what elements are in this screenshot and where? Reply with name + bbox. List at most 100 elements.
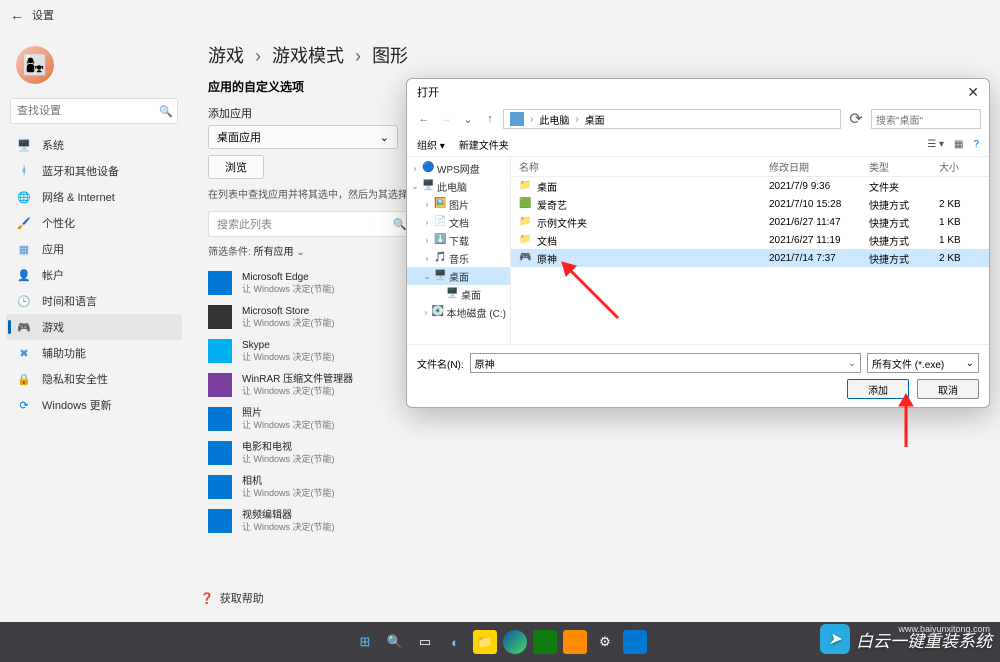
chevron-icon[interactable]: ›: [423, 200, 431, 209]
tree-item[interactable]: ›🎵音乐: [407, 249, 510, 267]
app-icon: [208, 509, 232, 533]
app-item[interactable]: 电影和电视让 Windows 决定(节能): [208, 436, 980, 470]
breadcrumb-item[interactable]: 游戏模式: [272, 46, 344, 66]
widgets-icon[interactable]: ◐: [443, 630, 467, 654]
tree-item[interactable]: 🖥️桌面: [407, 285, 510, 303]
app-name: 照片: [242, 407, 335, 420]
file-type-filter[interactable]: 所有文件 (*.exe) ⌄: [867, 353, 979, 373]
file-name: 文档: [537, 233, 557, 248]
sidebar-search-input[interactable]: [17, 105, 159, 117]
tree-label: 桌面: [449, 269, 469, 284]
app-item[interactable]: 视频编辑器让 Windows 决定(节能): [208, 504, 980, 538]
folder-tree[interactable]: ›🔵WPS网盘⌄🖥️此电脑›🖼️图片›📄文档›⬇️下载›🎵音乐⌄🖥️桌面🖥️桌面…: [407, 157, 511, 344]
tree-label: WPS网盘: [437, 161, 480, 176]
tree-label: 桌面: [461, 287, 481, 302]
tree-item[interactable]: ›🔵WPS网盘: [407, 159, 510, 177]
tree-item[interactable]: ›⬇️下载: [407, 231, 510, 249]
settings-icon[interactable]: ⚙: [593, 630, 617, 654]
chevron-icon[interactable]: ›: [423, 218, 431, 227]
help-icon[interactable]: ?: [973, 139, 979, 150]
file-row[interactable]: 📁文档2021/6/27 11:19快捷方式1 KB: [511, 231, 989, 249]
add-button[interactable]: 添加: [847, 379, 909, 399]
chevron-down-icon: ⌄: [380, 131, 389, 144]
sidebar-item-游戏[interactable]: 🎮游戏: [6, 314, 182, 340]
view-icon[interactable]: ☰ ▾: [927, 139, 944, 150]
chevron-icon[interactable]: ›: [423, 236, 431, 245]
path-segment[interactable]: 此电脑: [539, 112, 569, 127]
new-folder-button[interactable]: 新建文件夹: [459, 137, 509, 152]
sidebar-search[interactable]: 🔍: [10, 98, 178, 124]
file-icon: 📁: [519, 180, 532, 193]
app-icon[interactable]: [623, 630, 647, 654]
back-icon[interactable]: ←: [10, 7, 24, 23]
tree-item[interactable]: ›🖼️图片: [407, 195, 510, 213]
file-row[interactable]: 📁示例文件夹2021/6/27 11:47快捷方式1 KB: [511, 213, 989, 231]
tree-label: 本地磁盘 (C:): [447, 305, 506, 320]
sidebar-item-网络 & Internet[interactable]: 🌐网络 & Internet: [6, 184, 182, 210]
file-date: 2021/6/27 11:19: [769, 235, 869, 246]
chevron-icon[interactable]: ›: [423, 254, 431, 263]
col-date[interactable]: 修改日期: [769, 159, 869, 174]
nav-up-icon[interactable]: ↑: [481, 113, 499, 125]
sidebar-item-系统[interactable]: 🖥️系统: [6, 132, 182, 158]
close-icon[interactable]: ✕: [967, 84, 979, 101]
start-icon[interactable]: ⊞: [353, 630, 377, 654]
col-size[interactable]: 大小: [939, 159, 989, 174]
search-icon[interactable]: 🔍: [383, 630, 407, 654]
path-segment[interactable]: 桌面: [585, 112, 605, 127]
col-name[interactable]: 名称: [511, 159, 769, 174]
chevron-icon[interactable]: ⌄: [411, 182, 419, 191]
edge-icon[interactable]: [503, 630, 527, 654]
list-search[interactable]: 搜索此列表 🔍: [208, 211, 416, 237]
sidebar-item-个性化[interactable]: 🖌️个性化: [6, 210, 182, 236]
watermark-logo-icon: ➤: [820, 624, 850, 654]
app-item[interactable]: 相机让 Windows 决定(节能): [208, 470, 980, 504]
chevron-down-icon[interactable]: ⌄: [459, 113, 477, 126]
app-name: WinRAR 压缩文件管理器: [242, 373, 353, 386]
view-details-icon[interactable]: ▦: [954, 139, 963, 150]
file-row[interactable]: 🟩爱奇艺2021/7/10 15:28快捷方式2 KB: [511, 195, 989, 213]
nav-forward-icon[interactable]: →: [437, 113, 455, 125]
sidebar-item-隐私和安全性[interactable]: 🔒隐私和安全性: [6, 366, 182, 392]
get-help-link[interactable]: ❓ 获取帮助: [200, 590, 264, 606]
browse-button[interactable]: 浏览: [208, 155, 264, 179]
dialog-search[interactable]: 搜索"桌面": [871, 109, 981, 129]
filter-value[interactable]: 所有应用: [254, 247, 294, 258]
organize-menu[interactable]: 组织 ▾: [417, 137, 445, 152]
refresh-icon[interactable]: ⟳: [845, 109, 867, 129]
filename-input[interactable]: 原神 ⌄: [470, 353, 861, 373]
chevron-icon[interactable]: ⌄: [423, 272, 431, 281]
path-bar[interactable]: › 此电脑 › 桌面: [503, 109, 841, 129]
chevron-icon[interactable]: ›: [423, 308, 429, 317]
user-avatar[interactable]: 👩‍👧: [16, 46, 54, 84]
tree-item[interactable]: ›📄文档: [407, 213, 510, 231]
tree-label: 图片: [449, 197, 469, 212]
file-date: 2021/7/9 9:36: [769, 181, 869, 192]
explorer-icon[interactable]: 📁: [473, 630, 497, 654]
chevron-right-icon: ›: [255, 46, 261, 66]
app-icon[interactable]: [563, 630, 587, 654]
app-icon[interactable]: [533, 630, 557, 654]
tree-item[interactable]: ⌄🖥️此电脑: [407, 177, 510, 195]
tree-item[interactable]: ›💽本地磁盘 (C:): [407, 303, 510, 321]
cancel-button[interactable]: 取消: [917, 379, 979, 399]
sidebar-item-蓝牙和其他设备[interactable]: ᚼ蓝牙和其他设备: [6, 158, 182, 184]
breadcrumb-item[interactable]: 游戏: [208, 46, 244, 66]
nav-back-icon[interactable]: ←: [415, 113, 433, 125]
sidebar-item-辅助功能[interactable]: ✖辅助功能: [6, 340, 182, 366]
task-view-icon[interactable]: ▭: [413, 630, 437, 654]
file-row[interactable]: 🎮原神2021/7/14 7:37快捷方式2 KB: [511, 249, 989, 267]
app-sub: 让 Windows 决定(节能): [242, 284, 335, 296]
chevron-down-icon[interactable]: ⌄: [848, 358, 856, 369]
col-type[interactable]: 类型: [869, 159, 939, 174]
tree-item[interactable]: ⌄🖥️桌面: [407, 267, 510, 285]
chevron-icon[interactable]: ›: [411, 164, 419, 173]
app-icon: [208, 373, 232, 397]
app-type-dropdown[interactable]: 桌面应用 ⌄: [208, 125, 398, 149]
file-row[interactable]: 📁桌面2021/7/9 9:36文件夹: [511, 177, 989, 195]
sidebar-item-Windows 更新[interactable]: ⟳Windows 更新: [6, 392, 182, 418]
sidebar-item-应用[interactable]: ▦应用: [6, 236, 182, 262]
sidebar-item-时间和语言[interactable]: 🕒时间和语言: [6, 288, 182, 314]
sidebar-item-帐户[interactable]: 👤帐户: [6, 262, 182, 288]
nav-label: 个性化: [42, 215, 75, 231]
